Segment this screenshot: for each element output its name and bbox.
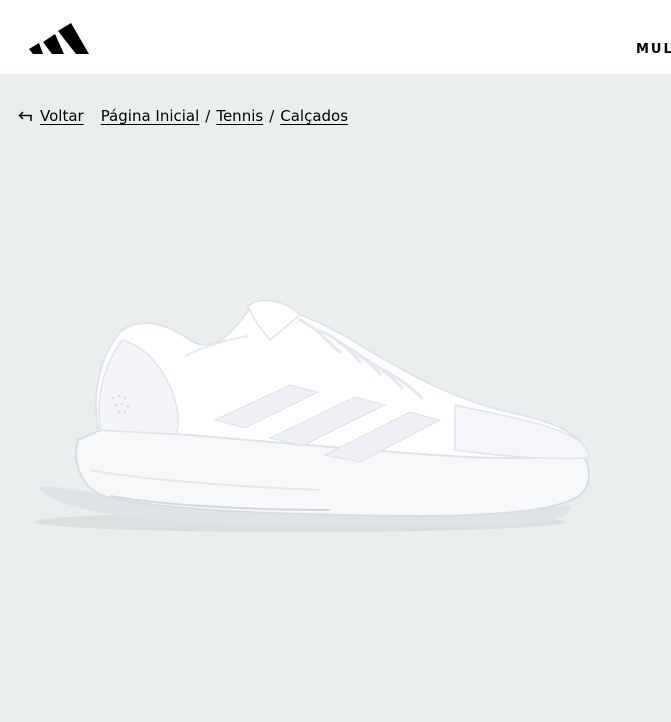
breadcrumb-item-shoes[interactable]: Calçados bbox=[280, 107, 348, 125]
nav-item-women[interactable]: MUL bbox=[636, 42, 671, 57]
breadcrumb-item-tennis[interactable]: Tennis bbox=[216, 107, 263, 125]
breadcrumb-separator: / bbox=[269, 107, 275, 125]
product-image[interactable] bbox=[0, 74, 671, 722]
breadcrumb-separator: / bbox=[205, 107, 211, 125]
arrow-back-icon bbox=[18, 111, 32, 121]
breadcrumb: Voltar Página Inicial / Tennis / Calçado… bbox=[18, 107, 348, 125]
product-gallery: Voltar Página Inicial / Tennis / Calçado… bbox=[0, 74, 671, 722]
site-header: MUL bbox=[0, 0, 671, 74]
back-label[interactable]: Voltar bbox=[40, 107, 84, 125]
back-link[interactable]: Voltar bbox=[18, 107, 84, 125]
breadcrumb-item-home[interactable]: Página Inicial bbox=[101, 107, 200, 125]
adidas-logo[interactable] bbox=[29, 16, 91, 56]
